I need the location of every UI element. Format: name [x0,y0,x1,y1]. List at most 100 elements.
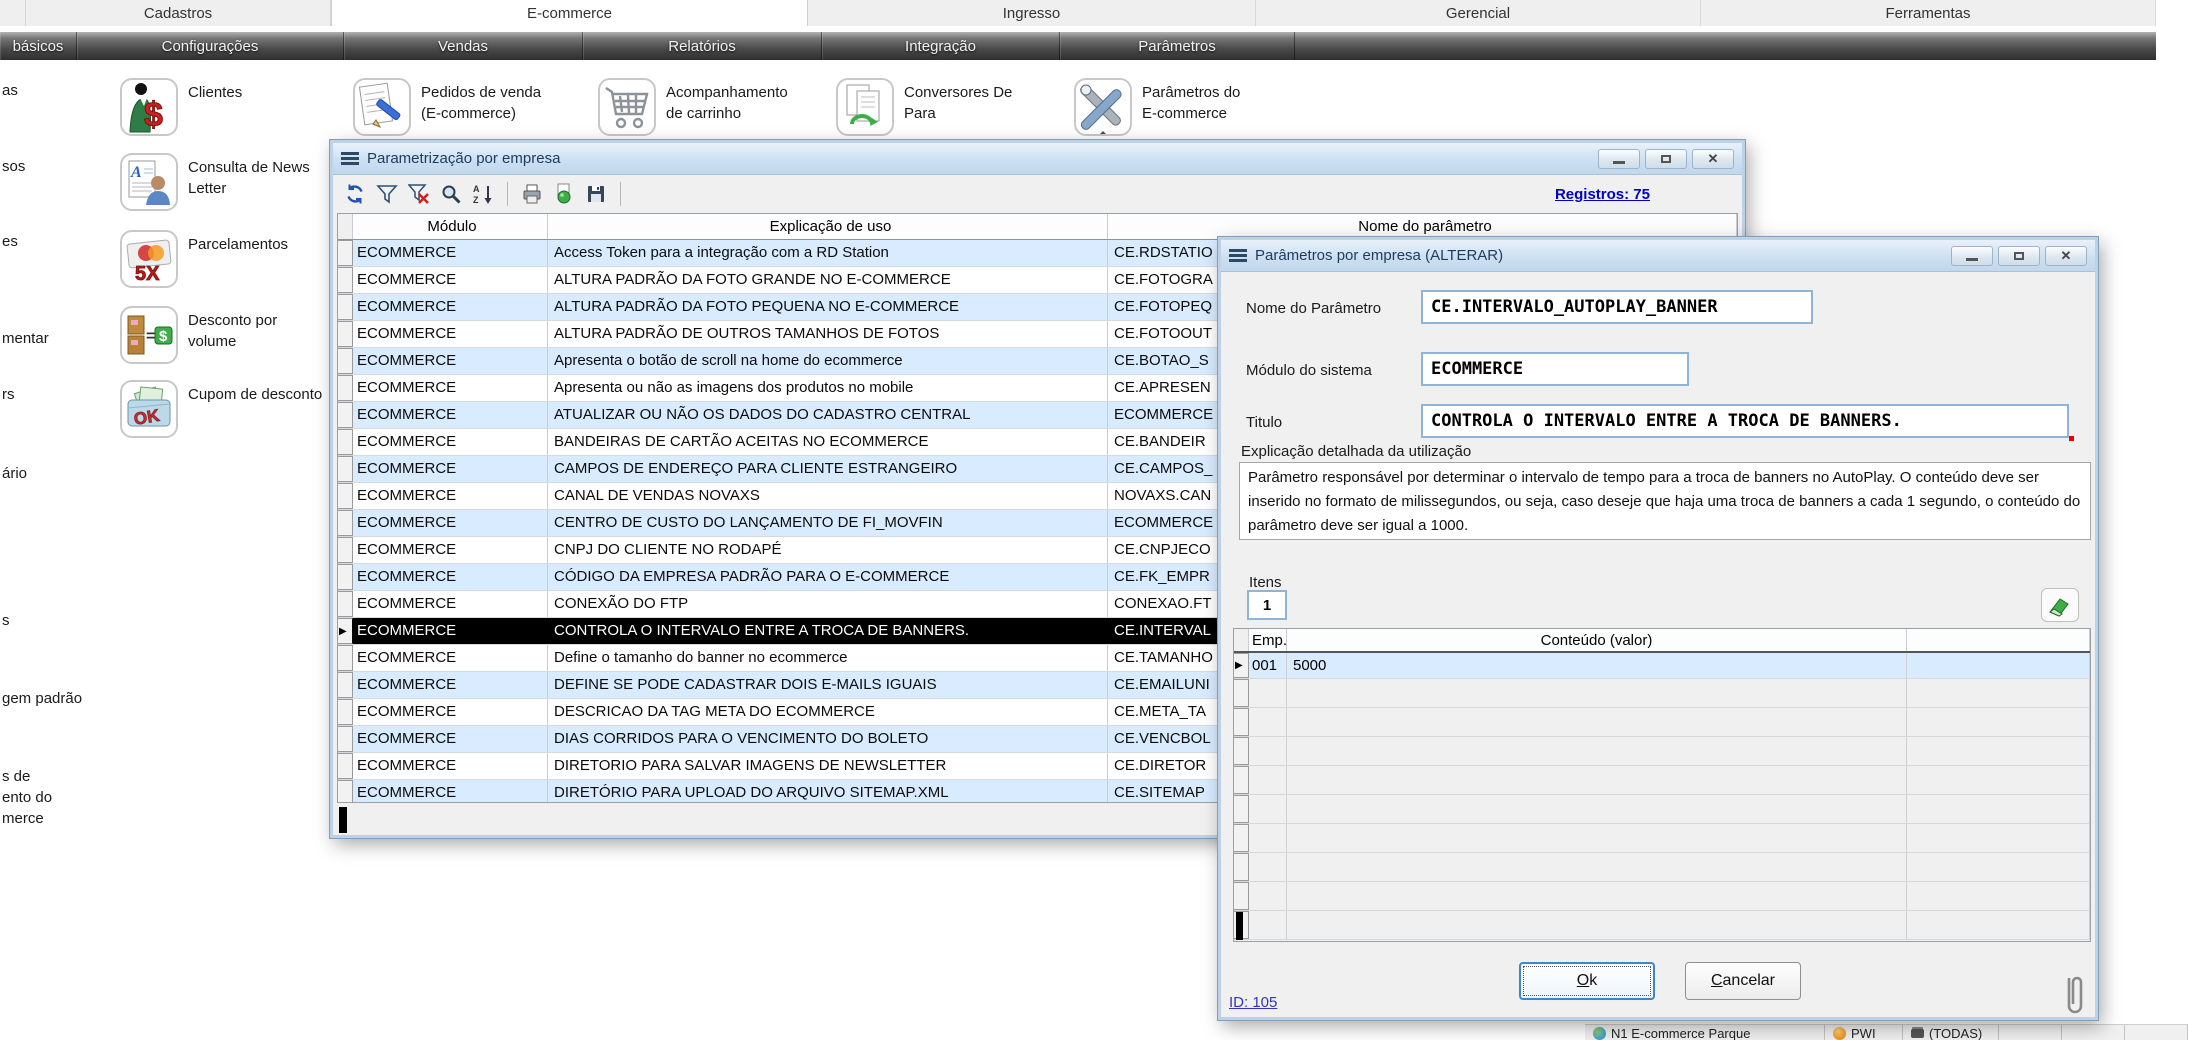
print-button[interactable] [520,182,544,206]
window-menu-icon[interactable] [341,152,359,165]
svg-text:A: A [473,184,480,194]
top-tab-label: Gerencial [1446,5,1510,22]
header-nome[interactable]: Nome do parâmetro [1108,214,1737,239]
header-explicacao[interactable]: Explicação de uso [548,214,1108,239]
volume-discount-icon: = $ [120,306,178,364]
minimize-icon [1966,258,1978,261]
cell-explicacao: ALTURA PADRÃO DA FOTO GRANDE NO E-COMMER… [548,267,1108,293]
ribbon-tab[interactable]: Parâmetros [1060,32,1295,60]
cell-modulo: ECOMMERCE [353,348,548,374]
top-tab[interactable]: Cadastros [26,0,331,26]
grid-row-selector [1234,853,1249,881]
top-tab[interactable]: Ingresso [808,0,1256,26]
modulo-sistema-label: Módulo do sistema [1246,362,1372,379]
itens-grid-empty-row[interactable] [1234,708,2090,737]
grid-cell-extra [1907,795,2090,823]
id-link[interactable]: ID: 105 [1229,994,1277,1011]
header-modulo[interactable]: Módulo [353,214,548,239]
shortcut-cupom-desconto[interactable]: OK Cupom de desconto [120,380,322,438]
cell-explicacao: DEFINE SE PODE CADASTRAR DOIS E-MAILS IG… [548,672,1108,698]
clear-filter-button[interactable] [407,182,431,206]
itens-grid-empty-row[interactable] [1234,795,2090,824]
grid-cell-emp: 001 [1249,653,1287,678]
itens-grid-empty-row[interactable] [1234,766,2090,795]
ribbon-tab[interactable]: Integração [822,32,1060,60]
export-button[interactable] [552,182,576,206]
modulo-sistema-field[interactable]: ECOMMERCE [1421,352,1689,386]
grid-header-conteudo[interactable]: Conteúdo (valor) [1287,629,1907,651]
row-selector [338,375,353,401]
top-tab[interactable]: E-commerce [331,0,808,26]
ribbon-tab[interactable]: básicos [0,32,77,60]
dialog-titlebar[interactable]: Parâmetros por empresa (ALTERAR) ✕ [1221,240,2095,272]
shortcut-clientes[interactable]: $ Clientes [120,78,242,136]
itens-grid-empty-row[interactable] [1234,824,2090,853]
top-tab[interactable] [0,0,26,26]
save-button[interactable] [584,182,608,206]
sidebar-item[interactable]: ento do [2,789,52,806]
refresh-button[interactable] [343,182,367,206]
close-button[interactable]: ✕ [1692,149,1734,169]
clear-items-button[interactable] [2041,588,2079,622]
ok-button[interactable]: Ok [1519,962,1655,1000]
itens-grid-empty-row[interactable] [1234,853,2090,882]
shortcut-desconto-volume[interactable]: = $ Desconto por volume [120,306,277,364]
top-tab-bar: Cadastros E-commerce Ingresso Gerencial … [0,0,2156,26]
cell-modulo: ECOMMERCE [353,294,548,320]
sidebar-item[interactable]: rs [2,386,15,403]
top-tab[interactable]: Ferramentas [1701,0,2156,26]
paperclip-icon[interactable] [2061,974,2087,1020]
itens-count-field[interactable]: 1 [1247,590,1287,620]
sidebar-item[interactable]: s [2,612,10,629]
itens-grid-empty-row[interactable] [1234,679,2090,708]
nome-parametro-field[interactable]: CE.INTERVALO_AUTOPLAY_BANNER [1421,290,1813,324]
top-tab[interactable]: Gerencial [1256,0,1701,26]
ribbon-tab[interactable]: Relatórios [583,32,822,60]
sidebar-item[interactable]: as [2,82,18,99]
sidebar-item[interactable]: ário [2,465,27,482]
search-button[interactable] [439,182,463,206]
minimize-button[interactable] [1598,149,1640,169]
explicacao-textarea[interactable]: Parâmetro responsável por determinar o i… [1239,462,2091,540]
shortcut-consulta-newsletter[interactable]: A Consulta de News Letter [120,153,310,211]
cell-modulo: ECOMMERCE [353,321,548,347]
sidebar-item[interactable]: mentar [2,330,49,347]
cell-explicacao: CAMPOS DE ENDEREÇO PARA CLIENTE ESTRANGE… [548,456,1108,482]
sidebar-item[interactable]: merce [2,810,44,827]
dialog-minimize-button[interactable] [1951,246,1993,266]
ribbon-tab[interactable]: Vendas [344,32,583,60]
maximize-button[interactable] [1645,149,1687,169]
dialog-maximize-button[interactable] [1998,246,2040,266]
dialog-menu-icon[interactable] [1229,249,1247,262]
shortcut-parcelamentos[interactable]: 5X Parcelamentos [120,230,288,288]
grid-cell-emp [1249,911,1287,939]
shortcut-pedidos-venda[interactable]: Pedidos de venda (E-commerce) [353,78,541,136]
sidebar-item[interactable]: es [2,233,18,250]
sidebar-item[interactable]: gem padrão [2,690,82,707]
filter-button[interactable] [375,182,399,206]
cancel-button[interactable]: Cancelar [1685,962,1801,1000]
dialog-close-button[interactable]: ✕ [2045,246,2087,266]
svg-text:=: = [146,328,155,345]
sidebar-item[interactable]: s de [2,768,30,785]
itens-grid-empty-row[interactable] [1234,737,2090,766]
titulo-field[interactable]: CONTROLA O INTERVALO ENTRE A TROCA DE BA… [1421,404,2069,438]
nome-parametro-label: Nome do Parâmetro [1246,300,1381,317]
registros-link[interactable]: Registros: 75 [1555,186,1650,203]
itens-grid-empty-row[interactable] [1234,882,2090,911]
grid-cell-valor [1287,882,1907,910]
grid-header-emp[interactable]: Emp. [1249,629,1287,651]
itens-grid-empty-row[interactable] [1234,911,2090,940]
status-empty-cell [2062,1025,2125,1040]
shortcut-conversores[interactable]: Conversores De Para [836,78,1012,136]
cell-modulo: ECOMMERCE [353,699,548,725]
clientes-icon: $ [120,78,178,136]
sidebar-item[interactable]: sos [2,158,25,175]
shortcut-parametros-ecommerce[interactable]: Parâmetros do E-commerce [1074,78,1240,136]
window-titlebar[interactable]: Parametrização por empresa ✕ [333,143,1742,175]
grid-cell-valor [1287,679,1907,707]
itens-grid-row[interactable]: 001 5000 [1234,653,2090,679]
sort-button[interactable]: A Z [471,182,495,206]
ribbon-tab[interactable]: Configurações [77,32,344,60]
shortcut-acompanhamento-carrinho[interactable]: Acompanhamento de carrinho [598,78,788,136]
